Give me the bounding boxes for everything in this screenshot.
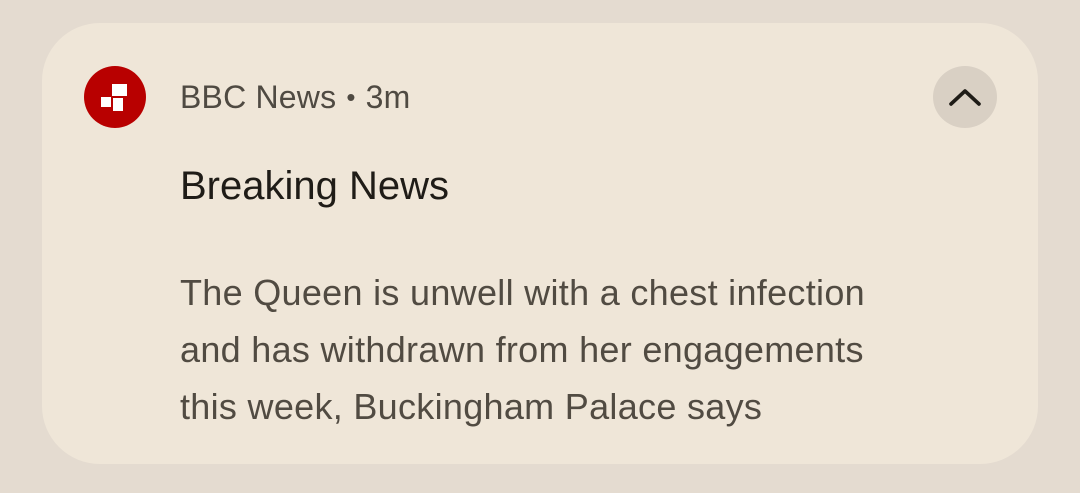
notification-body: The Queen is unwell with a chest infecti… bbox=[180, 264, 1000, 435]
bbc-news-icon bbox=[84, 66, 146, 128]
body-line: and has withdrawn from her engagements bbox=[180, 329, 864, 370]
chevron-up-icon bbox=[949, 89, 981, 106]
body-line: The Queen is unwell with a chest infecti… bbox=[180, 272, 865, 313]
notification-time: 3m bbox=[365, 78, 411, 115]
header-separator: • bbox=[346, 81, 356, 112]
notification-header: BBC News • 3m bbox=[180, 75, 410, 119]
notification-card[interactable]: BBC News • 3m Breaking News The Queen is… bbox=[42, 23, 1038, 464]
body-line: this week, Buckingham Palace says bbox=[180, 386, 763, 427]
app-name: BBC News bbox=[180, 78, 337, 115]
collapse-button[interactable] bbox=[933, 66, 997, 128]
notification-title: Breaking News bbox=[180, 164, 450, 208]
